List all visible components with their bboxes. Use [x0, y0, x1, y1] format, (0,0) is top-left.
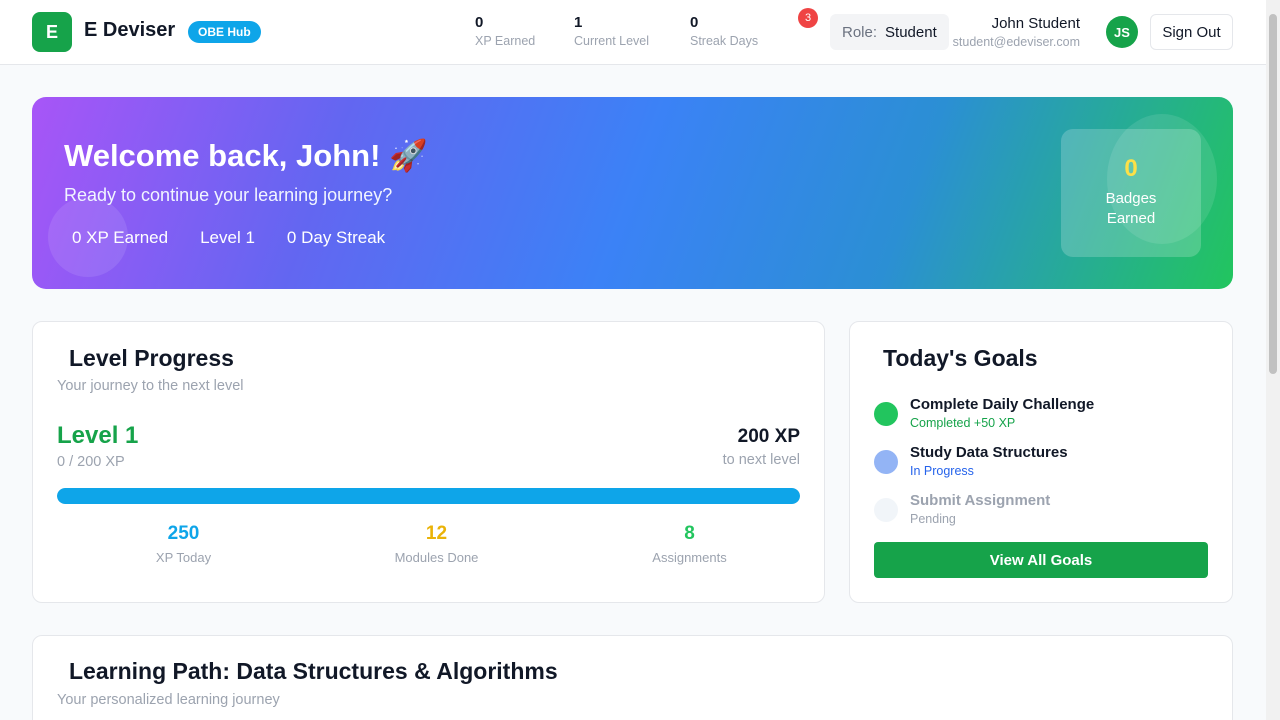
header-stat-level: 1 Current Level	[574, 14, 649, 48]
level-progress-fill	[57, 488, 800, 504]
goal-status: Completed +50 XP	[910, 416, 1016, 430]
card-title: Today's Goals	[883, 345, 1038, 371]
goal-title: Complete Daily Challenge	[910, 396, 1095, 413]
header-stat-xp: 0 XP Earned	[475, 14, 535, 48]
sign-out-button[interactable]: Sign Out	[1150, 14, 1233, 50]
mini-stat-value: 8	[684, 523, 695, 544]
card-subtitle: Your journey to the next level	[57, 378, 244, 394]
header-stat-label: Current Level	[574, 34, 650, 48]
mini-stat-xp-today: 250 XP Today	[57, 523, 310, 565]
xp-progress-text: 0 / 200 XP	[57, 454, 125, 470]
header-stat-value: 0	[475, 14, 484, 31]
header-stat-streak: 0 Streak Days	[690, 14, 758, 48]
top-header: E E Deviser OBE Hub 0 XP Earned 1 Curren…	[0, 0, 1266, 65]
app-title: E Deviser	[84, 19, 176, 41]
card-title: Level Progress	[69, 345, 234, 371]
role-value: Student	[885, 23, 937, 41]
goal-status-dot	[874, 498, 898, 522]
scrollbar[interactable]	[1266, 0, 1280, 720]
notification-badge[interactable]: 3	[798, 8, 818, 28]
xp-needed-label: to next level	[722, 452, 800, 468]
app-logo[interactable]: E	[32, 12, 72, 52]
hero-stat-level: Level 1	[200, 228, 255, 247]
user-name: John Student	[991, 15, 1080, 32]
goal-status-dot	[874, 450, 898, 474]
role-selector[interactable]: Role: Student	[830, 14, 949, 50]
goal-item[interactable]: Complete Daily Challenge Completed +50 X…	[874, 396, 1094, 430]
view-all-goals-button[interactable]: View All Goals	[874, 542, 1208, 578]
level-progress-bar	[57, 488, 800, 504]
user-info: John Student student@edeviser.com	[953, 15, 1080, 49]
learning-path-card: Learning Path: Data Structures & Algorit…	[32, 635, 1233, 720]
welcome-subtitle: Ready to continue your learning journey?	[64, 185, 393, 205]
hero-stat-streak: 0 Day Streak	[286, 228, 386, 247]
role-label: Role:	[842, 23, 878, 41]
mini-stat-assignments: 8 Assignments	[563, 523, 816, 565]
hub-badge: OBE Hub	[188, 21, 261, 43]
mini-stat-label: Modules Done	[394, 550, 479, 565]
card-title: Learning Path: Data Structures & Algorit…	[69, 658, 558, 684]
scrollbar-thumb[interactable]	[1269, 14, 1277, 374]
header-stat-label: Streak Days	[690, 34, 759, 48]
goal-item[interactable]: Submit Assignment Pending	[874, 492, 1050, 526]
card-subtitle: Your personalized learning journey	[57, 692, 280, 708]
avatar[interactable]: JS	[1106, 16, 1138, 48]
current-level: Level 1	[57, 422, 139, 449]
level-progress-card: Level Progress Your journey to the next …	[32, 321, 825, 603]
goal-status: Pending	[910, 512, 956, 526]
user-email: student@edeviser.com	[952, 35, 1080, 49]
badges-card[interactable]: 0 Badges Earned	[1061, 129, 1201, 257]
header-stat-value: 0	[690, 14, 699, 31]
header-stat-label: XP Earned	[475, 34, 536, 48]
mini-stat-value: 250	[167, 523, 200, 544]
goal-status: In Progress	[910, 464, 974, 478]
todays-goals-card: Today's Goals Complete Daily Challenge C…	[849, 321, 1233, 603]
mini-stat-modules: 12 Modules Done	[310, 523, 563, 565]
header-stat-value: 1	[574, 14, 583, 31]
progress-mini-stats: 250 XP Today 12 Modules Done 8 Assignmen…	[57, 523, 816, 565]
goal-title: Submit Assignment	[910, 492, 1051, 509]
hero-stat-xp: 0 XP Earned	[72, 228, 169, 247]
welcome-banner: Welcome back, John! 🚀 Ready to continue …	[32, 97, 1233, 289]
badges-count: 0	[1124, 155, 1138, 182]
goal-title: Study Data Structures	[910, 444, 1068, 461]
badges-label: Badges Earned	[1105, 190, 1157, 227]
mini-stat-label: XP Today	[155, 550, 212, 565]
xp-needed: 200 XP	[737, 426, 800, 447]
hero-stats: 0 XP Earned Level 1 0 Day Streak	[72, 228, 385, 248]
mini-stat-value: 12	[425, 523, 448, 544]
mini-stat-label: Assignments	[652, 550, 727, 565]
goal-item[interactable]: Study Data Structures In Progress	[874, 444, 1068, 478]
goal-status-dot	[874, 402, 898, 426]
welcome-title: Welcome back, John! 🚀	[64, 138, 428, 173]
